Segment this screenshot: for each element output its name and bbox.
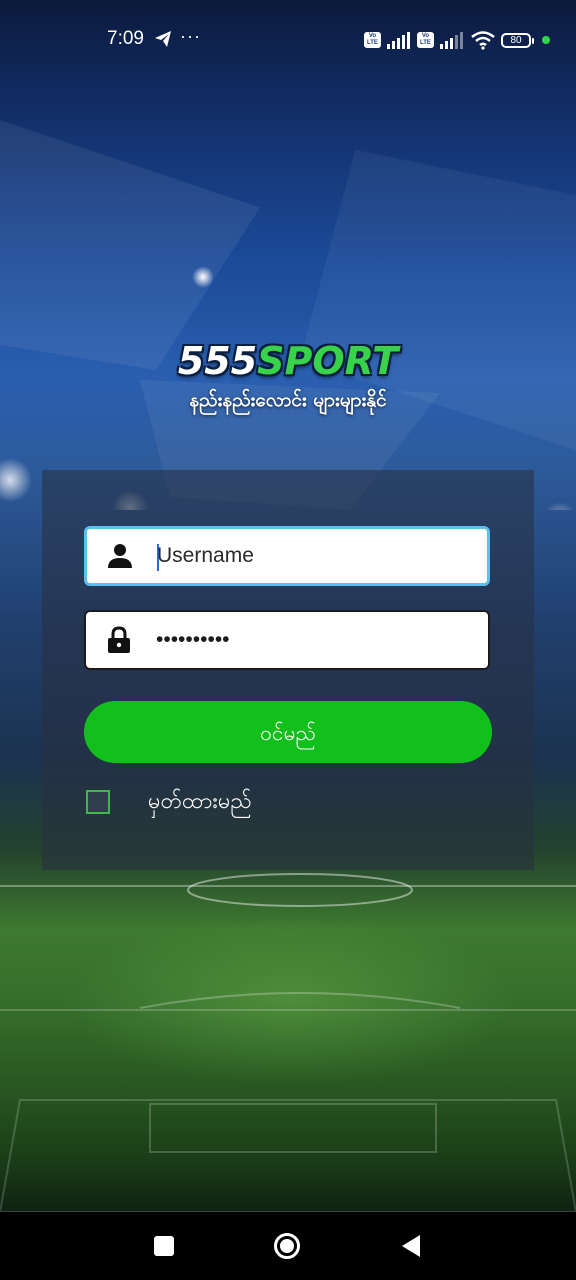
telegram-send-icon — [155, 31, 171, 47]
remember-me-label[interactable]: မှတ်ထားမည် — [148, 786, 252, 818]
battery-level: 80 — [510, 34, 522, 46]
status-indicators: Vo LTE Vo LTE 80 — [364, 28, 550, 52]
username-field[interactable] — [84, 526, 490, 586]
logo-number: 555 — [177, 339, 258, 383]
remember-me-checkbox[interactable] — [86, 790, 110, 814]
volte-icon: Vo LTE — [417, 32, 434, 48]
signal-icon — [440, 32, 463, 49]
lock-icon — [108, 626, 130, 653]
brand-logo: 555SPORT — [0, 338, 576, 384]
charging-dot-icon — [542, 36, 550, 44]
status-time: 7:09 — [107, 28, 144, 49]
back-triangle-icon[interactable] — [398, 1232, 426, 1260]
system-nav-bar — [0, 1212, 576, 1280]
status-bar: 7:09 ··· Vo LTE Vo LTE 80 — [0, 0, 576, 80]
password-input[interactable] — [156, 612, 476, 668]
more-notifications-icon: ··· — [180, 26, 201, 46]
login-button[interactable]: ဝင်မည် — [84, 701, 492, 763]
login-panel: ဝင်မည် မှတ်ထားမည် — [42, 470, 534, 870]
user-icon — [108, 544, 132, 568]
login-screen: 7:09 ··· Vo LTE Vo LTE 80 555SPORT နည်းန… — [0, 0, 576, 1280]
wifi-icon — [471, 31, 495, 50]
logo-word: SPORT — [257, 339, 399, 383]
signal-icon — [387, 32, 410, 49]
star-sparkle — [192, 266, 214, 288]
home-circle-icon[interactable] — [273, 1232, 301, 1260]
background-facet — [0, 120, 260, 370]
username-input[interactable] — [157, 529, 477, 583]
recents-square-icon[interactable] — [150, 1232, 178, 1260]
password-field[interactable] — [84, 610, 490, 670]
brand-tagline: နည်းနည်းလောင်း များများနိုင် — [189, 389, 387, 411]
volte-icon: Vo LTE — [364, 32, 381, 48]
battery-icon: 80 — [501, 32, 534, 48]
pitch-lines — [0, 873, 576, 1212]
logo-wordmark: 555SPORT — [178, 338, 398, 384]
